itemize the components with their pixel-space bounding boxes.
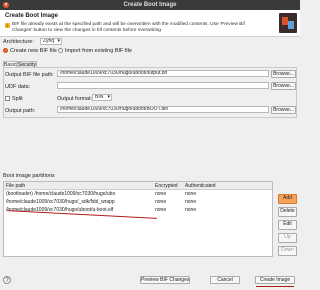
row-encrypted: none xyxy=(155,191,167,197)
udf-label: UDF data: xyxy=(5,84,31,90)
architecture-label: Architecture: xyxy=(3,39,34,45)
create-image-button[interactable]: Create Image xyxy=(255,276,295,284)
create-new-bif-radio[interactable] xyxy=(3,48,8,53)
annotation-underline xyxy=(256,286,294,287)
preview-bif-button[interactable]: Preview BIF Changes xyxy=(140,276,190,284)
chevron-down-icon: ▾ xyxy=(107,94,110,100)
output-bif-field[interactable]: /home/claude1009/xc7030/hugo/uboot/outpu… xyxy=(57,70,269,77)
window-titlebar: × Create Boot Image xyxy=(0,0,300,10)
output-path-field[interactable]: /home/claude1009/xc7030/hugo/uboot/BOOT.… xyxy=(57,106,269,113)
output-format-select[interactable]: BIN ▾ xyxy=(92,94,112,101)
table-row[interactable]: (bootloader) /home/claude1009/xc7030/hug… xyxy=(4,190,272,197)
row-file-path: /home/claude1009/xc7030/hugo/_sdk/fsbl_w… xyxy=(6,199,115,205)
output-path-label: Output path: xyxy=(5,108,36,114)
row-file-path: (bootloader) /home/claude1009/xc7030/hug… xyxy=(6,191,116,197)
cancel-button[interactable]: Cancel xyxy=(210,276,240,284)
browse-output-button[interactable]: Browse... xyxy=(271,106,296,114)
browse-bif-button[interactable]: Browse... xyxy=(271,70,296,78)
table-header: File path Encrypted Authenticated xyxy=(4,182,272,190)
column-authenticated: Authenticated xyxy=(185,183,216,189)
row-authenticated: none xyxy=(185,199,197,205)
warning-icon: ! xyxy=(5,23,10,28)
partitions-title: Boot image partitions xyxy=(3,173,55,179)
move-up-button[interactable]: Up xyxy=(278,233,297,243)
table-row[interactable]: /home/claude1009/xc7030/hugo/_sdk/fsbl_w… xyxy=(4,198,272,205)
window-title: Create Boot Image xyxy=(123,2,177,8)
close-icon[interactable]: × xyxy=(3,2,9,8)
udf-field[interactable] xyxy=(57,82,269,89)
output-format-value: BIN xyxy=(95,94,104,100)
output-bif-label: Output BIF file path: xyxy=(5,72,54,78)
browse-udf-button[interactable]: Browse... xyxy=(271,82,296,90)
chevron-down-icon: ▾ xyxy=(57,38,60,44)
column-encrypted: Encrypted xyxy=(155,183,178,189)
split-checkbox[interactable] xyxy=(5,96,10,101)
import-bif-label: Import from existing BIF file xyxy=(65,48,132,54)
column-file-path: File path xyxy=(6,183,26,189)
create-new-bif-label: Create new BIF file xyxy=(10,48,57,54)
row-encrypted: none xyxy=(155,207,167,213)
architecture-select[interactable]: Zynq ▾ xyxy=(40,38,62,45)
warning-message: BIF file already exists at the specified… xyxy=(12,22,245,33)
architecture-value: Zynq xyxy=(43,38,55,44)
row-authenticated: none xyxy=(185,191,197,197)
output-format-label: Output format: xyxy=(57,96,93,102)
help-icon[interactable]: ? xyxy=(3,276,11,284)
partitions-table: File path Encrypted Authenticated (bootl… xyxy=(3,181,273,257)
delete-partition-button[interactable]: Delete xyxy=(278,207,297,217)
move-down-button[interactable]: Down xyxy=(278,246,297,256)
row-authenticated: none xyxy=(185,207,197,213)
edit-partition-button[interactable]: Edit xyxy=(278,220,297,230)
import-bif-radio[interactable] xyxy=(58,48,63,53)
row-encrypted: none xyxy=(155,199,167,205)
dialog-title: Create Boot Image xyxy=(5,13,59,19)
split-label: Split xyxy=(12,96,23,102)
boot-image-logo-icon xyxy=(279,13,297,33)
dialog-header: Create Boot Image ! BIF file already exi… xyxy=(0,10,300,37)
add-partition-button[interactable]: Add xyxy=(278,194,297,204)
